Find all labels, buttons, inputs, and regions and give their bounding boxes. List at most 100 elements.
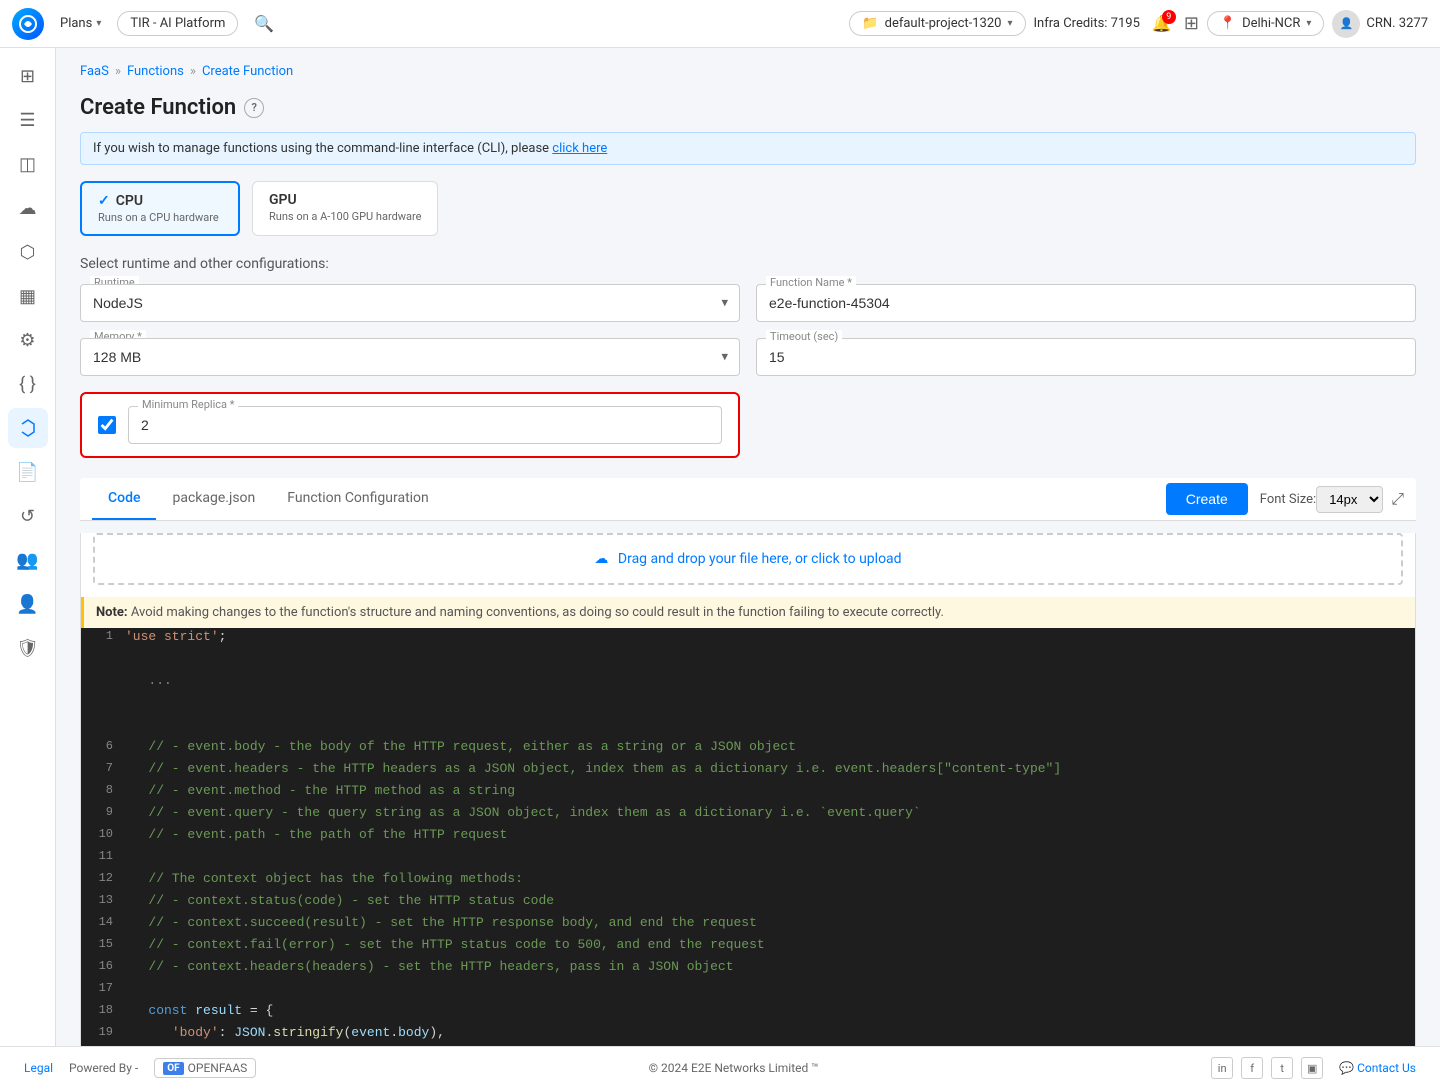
font-size-select[interactable]: 12px 13px 14px 15px 16px [1316, 486, 1383, 513]
page-title-area: Create Function ? [80, 95, 1416, 120]
sidebar-item-cloud[interactable]: ☁ [8, 188, 48, 228]
footer-contact[interactable]: 💬 Contact Us [1339, 1061, 1416, 1075]
code-line: 17 [81, 980, 1415, 1002]
breadcrumb-sep-1: » [115, 64, 121, 79]
expand-icon[interactable]: ⤢ [1391, 489, 1404, 509]
sidebar-item-settings[interactable]: ⚙ [8, 320, 48, 360]
function-name-group: Function Name * [756, 284, 1416, 322]
twitter-icon[interactable]: t [1271, 1057, 1293, 1079]
runtime-group: Runtime NodeJS [80, 284, 740, 322]
code-editor[interactable]: 1 'use strict'; ... [81, 628, 1415, 1046]
openfaas-badge[interactable]: OF OPENFAAS [154, 1058, 256, 1078]
runtime-select[interactable]: NodeJS [80, 284, 740, 322]
location-icon: 📍 [1220, 16, 1236, 31]
linkedin-icon[interactable]: in [1211, 1057, 1233, 1079]
project-chevron-icon: ▾ [1007, 18, 1012, 29]
sidebar-item-users[interactable]: 👥 [8, 540, 48, 580]
sidebar-item-dashboard[interactable]: ⊞ [8, 56, 48, 96]
infra-credits: Infra Credits: 7195 [1034, 16, 1140, 31]
minimum-replica-input[interactable] [128, 406, 722, 444]
tab-function-config[interactable]: Function Configuration [271, 478, 445, 520]
tab-code[interactable]: Code [92, 478, 156, 520]
main-content: FaaS » Functions » Create Function Creat… [56, 48, 1440, 1046]
breadcrumb-functions[interactable]: Functions [127, 64, 184, 79]
cpu-check-icon: ✓ [98, 193, 110, 209]
plans-label: Plans [60, 16, 92, 31]
region-chevron-icon: ▾ [1306, 18, 1311, 29]
section-label: Select runtime and other configurations: [80, 256, 1416, 272]
sidebar-item-code[interactable]: { } [8, 364, 48, 404]
sidebar-item-refresh[interactable]: ↺ [8, 496, 48, 536]
region-selector[interactable]: 📍 Delhi-NCR ▾ [1207, 11, 1324, 36]
avatar: 👤 [1332, 10, 1360, 38]
timeout-label: Timeout (sec) [766, 330, 842, 343]
code-line: 10 // - event.path - the path of the HTT… [81, 826, 1415, 848]
project-selector[interactable]: 📁 default-project-1320 ▾ [849, 11, 1025, 36]
code-line: 18 const result = { [81, 1002, 1415, 1024]
code-line: 19 'body': JSON.stringify(event.body), [81, 1024, 1415, 1046]
font-size-label: Font Size: [1260, 492, 1316, 507]
memory-group: Memory * 128 MB [80, 338, 740, 376]
note-text: Avoid making changes to the function's s… [131, 605, 944, 620]
function-name-input[interactable] [756, 284, 1416, 322]
hardware-selection: ✓ CPU Runs on a CPU hardware GPU Runs on… [80, 181, 1416, 236]
upload-cloud-icon: ☁ [594, 551, 608, 567]
footer-legal[interactable]: Legal [24, 1061, 53, 1075]
sidebar-item-nodes[interactable]: ⬡ [8, 232, 48, 272]
platform-badge[interactable]: TIR - AI Platform [117, 11, 238, 36]
sidebar-item-shield[interactable]: 🛡 [8, 628, 48, 668]
gpu-card[interactable]: GPU Runs on a A-100 GPU hardware [252, 181, 438, 236]
code-line: 15 // - context.fail(error) - set the HT… [81, 936, 1415, 958]
contact-icon: 💬 [1339, 1061, 1354, 1075]
sidebar-item-function[interactable] [8, 408, 48, 448]
gpu-card-title: GPU [269, 192, 421, 208]
info-text: If you wish to manage functions using th… [93, 141, 549, 156]
footer-powered-by: Powered By - [69, 1061, 138, 1075]
form-row-2: Memory * 128 MB Timeout (sec) [80, 338, 1416, 376]
breadcrumb-sep-2: » [190, 64, 196, 79]
upload-area[interactable]: ☁ Drag and drop your file here, or click… [93, 533, 1403, 585]
facebook-icon[interactable]: f [1241, 1057, 1263, 1079]
info-link[interactable]: click here [552, 141, 607, 156]
replica-checkbox[interactable] [98, 416, 116, 434]
replica-input-group: Minimum Replica * [128, 406, 722, 444]
footer: Legal Powered By - OF OPENFAAS © 2024 E2… [0, 1046, 1440, 1089]
code-line: 11 [81, 848, 1415, 870]
sidebar-item-documents[interactable]: 📄 [8, 452, 48, 492]
create-button[interactable]: Create [1166, 483, 1248, 515]
code-line: 12 // The context object has the followi… [81, 870, 1415, 892]
plans-dropdown[interactable]: Plans ▾ [52, 12, 109, 35]
function-name-label: Function Name * [766, 276, 856, 289]
code-line: 6 // - event.body - the body of the HTTP… [81, 738, 1415, 760]
sidebar-item-grid[interactable]: ▦ [8, 276, 48, 316]
form-row-1: Runtime NodeJS Function Name * [80, 284, 1416, 322]
notifications-badge: 9 [1162, 10, 1176, 24]
sidebar-item-list[interactable]: ☰ [8, 100, 48, 140]
breadcrumb: FaaS » Functions » Create Function [80, 64, 1416, 79]
sidebar: ⊞ ☰ ◫ ☁ ⬡ ▦ ⚙ { } 📄 ↺ 👥 👤 🛡 [0, 48, 56, 1046]
top-navigation: Plans ▾ TIR - AI Platform 🔍 📁 default-pr… [0, 0, 1440, 48]
memory-select-wrapper: 128 MB [80, 338, 740, 376]
memory-select[interactable]: 128 MB [80, 338, 740, 376]
note-bar: Note: Avoid making changes to the functi… [81, 597, 1415, 628]
breadcrumb-faas[interactable]: FaaS [80, 64, 109, 79]
rss-icon[interactable]: ▣ [1301, 1057, 1323, 1079]
openfaas-icon: OF [163, 1062, 183, 1075]
sidebar-item-user[interactable]: 👤 [8, 584, 48, 624]
search-button[interactable]: 🔍 [246, 10, 282, 37]
timeout-input[interactable] [756, 338, 1416, 376]
cpu-card-subtitle: Runs on a CPU hardware [98, 211, 222, 224]
code-line: ... [81, 672, 1415, 694]
code-line: 8 // - event.method - the HTTP method as… [81, 782, 1415, 804]
help-icon[interactable]: ? [244, 98, 264, 118]
apps-grid-button[interactable]: ⊞ [1184, 13, 1199, 34]
user-profile[interactable]: 👤 CRN. 3277 [1332, 10, 1428, 38]
region-label: Delhi-NCR [1242, 16, 1300, 31]
tab-package-json[interactable]: package.json [156, 478, 271, 520]
sidebar-item-storage[interactable]: ◫ [8, 144, 48, 184]
social-links: in f t ▣ [1211, 1057, 1323, 1079]
code-line: 7 // - event.headers - the HTTP headers … [81, 760, 1415, 782]
timeout-group: Timeout (sec) [756, 338, 1416, 376]
cpu-card[interactable]: ✓ CPU Runs on a CPU hardware [80, 181, 240, 236]
notifications-button[interactable]: 🔔 9 [1148, 10, 1176, 37]
